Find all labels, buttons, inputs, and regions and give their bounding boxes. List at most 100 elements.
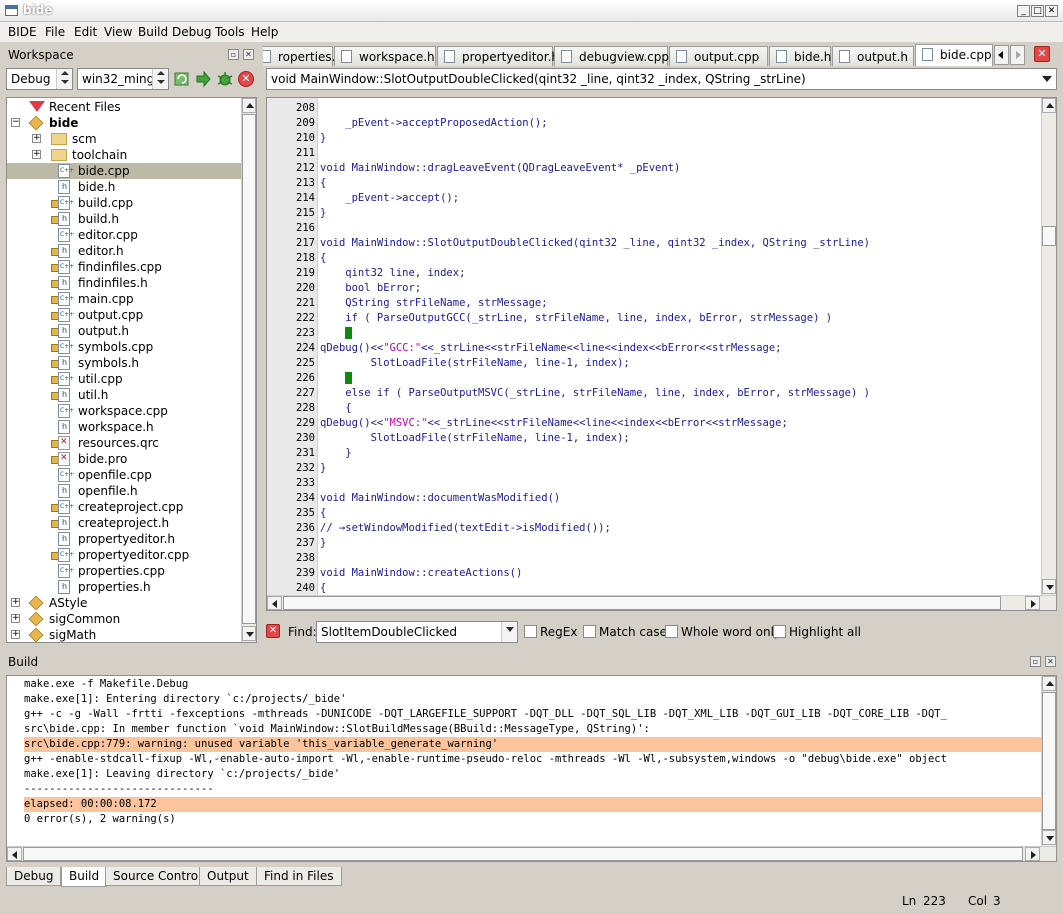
- editor-tab[interactable]: roperties.h: [263, 46, 343, 66]
- editor-tab[interactable]: debugview.cpp: [554, 46, 669, 66]
- build-line[interactable]: make.exe -f Makefile.Debug: [24, 677, 1042, 692]
- collapse-icon[interactable]: −: [11, 118, 20, 127]
- build-output[interactable]: make.exe -f Makefile.Debug make.exe[1]: E…: [6, 675, 1057, 862]
- tree-item[interactable]: createproject.h: [7, 515, 241, 531]
- tree-item[interactable]: build.h: [7, 211, 241, 227]
- tab-scroll-left-icon[interactable]: [994, 45, 1009, 65]
- tree-scrollbar[interactable]: [241, 98, 256, 642]
- tree-item[interactable]: workspace.cpp: [7, 403, 241, 419]
- menu-file[interactable]: File: [45, 25, 65, 39]
- scroll-down-icon[interactable]: [1042, 579, 1056, 594]
- build-line-highlighted[interactable]: src\bide.cpp:779: warning: unused variab…: [24, 737, 1042, 752]
- regex-checkbox[interactable]: [524, 625, 537, 638]
- tree-item[interactable]: + scm: [7, 131, 241, 147]
- close-tab-icon[interactable]: ✕: [1034, 46, 1050, 62]
- editor-tab[interactable]: propertyeditor.h: [437, 46, 559, 66]
- tree-item[interactable]: propertyeditor.h: [7, 531, 241, 547]
- scroll-down-icon[interactable]: [242, 626, 256, 641]
- build-vscrollbar[interactable]: [1041, 676, 1056, 846]
- tab-scroll-right-icon[interactable]: [1010, 45, 1025, 65]
- build-line[interactable]: g++ -c -g -Wall -frtti -fexceptions -mth…: [24, 707, 1042, 722]
- build-line[interactable]: make.exe[1]: Leaving directory `c:/proje…: [24, 767, 1042, 782]
- tree-item[interactable]: properties.h: [7, 579, 241, 595]
- tree-item[interactable]: properties.cpp: [7, 563, 241, 579]
- tree-item[interactable]: Recent Files: [7, 99, 241, 115]
- scroll-up-icon[interactable]: [1042, 676, 1056, 691]
- tree-item[interactable]: findinfiles.h: [7, 275, 241, 291]
- build-line[interactable]: g++ -enable-stdcall-fixup -Wl,-enable-au…: [24, 752, 1042, 767]
- editor-vscrollbar[interactable]: [1041, 98, 1056, 595]
- scroll-thumb[interactable]: [242, 114, 256, 624]
- tab-build[interactable]: Build: [61, 867, 108, 887]
- close-dock-icon[interactable]: ✕: [1045, 656, 1056, 667]
- tree-item[interactable]: + toolchain: [7, 147, 241, 163]
- tab-debug[interactable]: Debug: [6, 867, 62, 886]
- tree-item[interactable]: resources.qrc: [7, 435, 241, 451]
- maximize-button[interactable]: □: [1031, 5, 1044, 17]
- build-hscrollbar[interactable]: [7, 846, 1056, 861]
- scroll-thumb[interactable]: [1042, 692, 1056, 830]
- minimize-button[interactable]: _: [1017, 5, 1030, 17]
- tree-item[interactable]: editor.h: [7, 243, 241, 259]
- scroll-thumb[interactable]: [1042, 226, 1056, 246]
- menu-edit[interactable]: Edit: [74, 25, 97, 39]
- tree-item[interactable]: − bide: [7, 115, 241, 131]
- editor-tab[interactable]: output.h: [832, 46, 914, 66]
- editor-hscrollbar[interactable]: [267, 595, 1056, 610]
- float-dock-icon[interactable]: ▫: [1030, 656, 1041, 667]
- tab-source-control[interactable]: Source Control: [105, 867, 210, 886]
- tree-item[interactable]: + sigMath: [7, 627, 241, 642]
- editor-tab[interactable]: workspace.h: [334, 46, 436, 66]
- expand-icon[interactable]: +: [11, 598, 20, 607]
- menu-build[interactable]: Build: [138, 25, 168, 39]
- scroll-right-icon[interactable]: [1025, 847, 1040, 861]
- highlight-all-checkbox[interactable]: [773, 625, 786, 638]
- menu-help[interactable]: Help: [251, 25, 278, 39]
- menu-bide[interactable]: BIDE: [8, 25, 37, 39]
- build-line[interactable]: 0 error(s), 2 warning(s): [24, 812, 1042, 827]
- tree-item[interactable]: + sigCommon: [7, 611, 241, 627]
- tree-item[interactable]: openfile.cpp: [7, 467, 241, 483]
- scroll-down-icon[interactable]: [1042, 830, 1056, 845]
- tree-item[interactable]: main.cpp: [7, 291, 241, 307]
- editor-tab[interactable]: output.cpp: [669, 46, 768, 66]
- tree-item[interactable]: symbols.h: [7, 355, 241, 371]
- menu-debug[interactable]: Debug: [172, 25, 211, 39]
- tree-item[interactable]: bide.pro: [7, 451, 241, 467]
- scroll-right-icon[interactable]: [1025, 596, 1040, 610]
- scroll-thumb[interactable]: [283, 596, 1001, 610]
- tree-item[interactable]: openfile.h: [7, 483, 241, 499]
- menu-tools[interactable]: Tools: [215, 25, 245, 39]
- tree-item[interactable]: symbols.cpp: [7, 339, 241, 355]
- expand-icon[interactable]: +: [32, 134, 41, 143]
- debug-bug-icon[interactable]: [216, 70, 234, 88]
- editor-tab[interactable]: bide.h: [769, 46, 831, 66]
- match-case-checkbox[interactable]: [583, 625, 596, 638]
- menu-view[interactable]: View: [104, 25, 132, 39]
- code-editor[interactable]: 208 209 _pEvent->acceptProposedAction(); 2…: [266, 97, 1057, 611]
- config-select[interactable]: Debug: [6, 68, 73, 90]
- scroll-thumb[interactable]: [23, 847, 1023, 861]
- close-window-button[interactable]: ✕: [1045, 5, 1058, 17]
- tree-item[interactable]: findinfiles.cpp: [7, 259, 241, 275]
- find-input[interactable]: SlotItemDoubleClicked: [316, 621, 518, 643]
- build-line[interactable]: src\bide.cpp: In member function `void M…: [24, 722, 1042, 737]
- build-line[interactable]: ------------------------------: [24, 782, 1042, 797]
- rebuild-icon[interactable]: [173, 70, 191, 88]
- tab-find-in-files[interactable]: Find in Files: [256, 867, 342, 886]
- tree-item[interactable]: propertyeditor.cpp: [7, 547, 241, 563]
- close-find-icon[interactable]: ✕: [266, 624, 280, 638]
- tree-item[interactable]: util.h: [7, 387, 241, 403]
- tree-item[interactable]: output.h: [7, 323, 241, 339]
- run-icon[interactable]: [194, 70, 212, 88]
- dock-splitter[interactable]: [0, 648, 1063, 654]
- toolchain-select[interactable]: win32_mingw: [77, 68, 169, 90]
- tree-item[interactable]: workspace.h: [7, 419, 241, 435]
- scroll-left-icon[interactable]: [267, 596, 282, 610]
- function-select[interactable]: void MainWindow::SlotOutputDoubleClicked…: [266, 68, 1057, 90]
- scroll-up-icon[interactable]: [242, 98, 256, 113]
- editor-tab[interactable]: bide.cpp: [915, 44, 993, 66]
- tree-item[interactable]: bide.h: [7, 179, 241, 195]
- tree-item[interactable]: bide.cpp: [7, 163, 241, 179]
- build-line-highlighted[interactable]: elapsed: 00:00:08.172: [24, 797, 1042, 812]
